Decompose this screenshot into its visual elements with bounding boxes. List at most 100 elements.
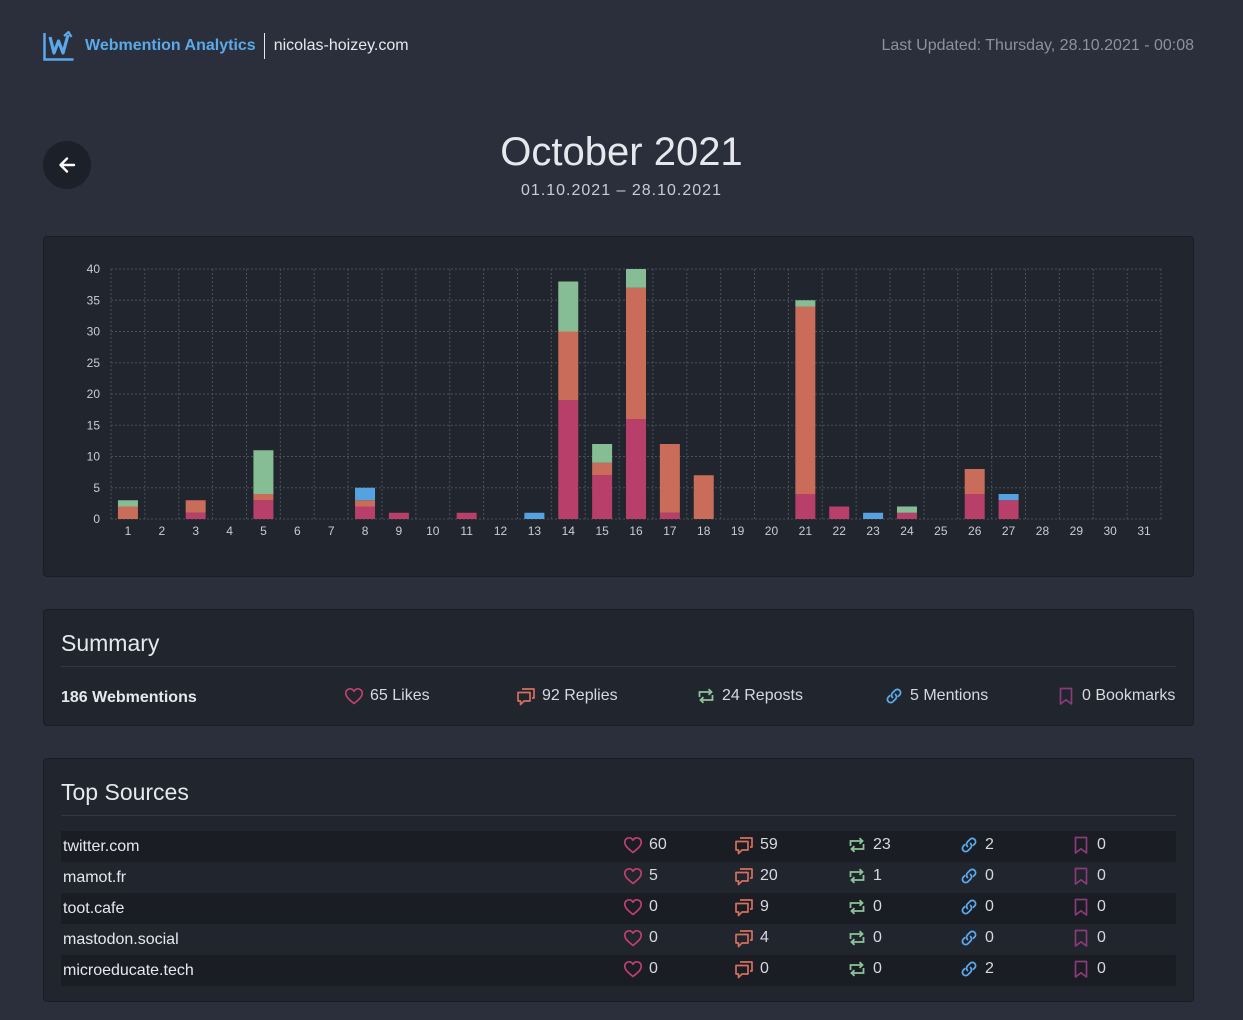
- bookmark-icon: [1071, 866, 1097, 886]
- heart-icon: [623, 835, 649, 855]
- summary-card: Summary 186 Webmentions 65 Likes 92 Repl…: [43, 609, 1194, 726]
- likes-stat: 65 Likes: [344, 686, 430, 706]
- replies-cell: 20: [734, 866, 778, 886]
- x-tick-label: 11: [460, 524, 473, 538]
- top-sources-title: Top Sources: [61, 779, 189, 805]
- reply-icon: [734, 897, 760, 917]
- bar-likes: [355, 506, 376, 519]
- x-tick-label: 1: [125, 524, 132, 538]
- mentions-cell: 2: [959, 959, 994, 979]
- replies-value: 4: [760, 929, 769, 946]
- x-tick-label: 30: [1104, 524, 1118, 538]
- bar-likes: [829, 506, 850, 519]
- repost-icon: [847, 835, 873, 855]
- bar-likes: [659, 512, 680, 519]
- x-tick-label: 15: [595, 524, 609, 538]
- bar-mentions: [524, 512, 545, 519]
- x-tick-label: 16: [629, 524, 643, 538]
- link-icon: [959, 897, 985, 917]
- bar-replies: [626, 287, 646, 419]
- source-name: mamot.fr: [63, 869, 127, 886]
- bar-likes: [998, 500, 1019, 519]
- bar-likes: [185, 512, 206, 519]
- replies-stat: 92 Replies: [516, 686, 618, 706]
- reposts-cell: 0: [847, 897, 882, 917]
- bookmark-icon: [1071, 928, 1097, 948]
- bar-replies: [185, 500, 206, 513]
- webmentions-total: 186 Webmentions: [61, 689, 197, 706]
- y-tick-label: 30: [87, 325, 101, 339]
- replies-cell: 9: [734, 897, 769, 917]
- sources-table: twitter.com 60 59 23 2 0 mamot.fr 5 20 1…: [61, 831, 1176, 986]
- bookmarks-value: 0: [1097, 929, 1106, 946]
- source-name: toot.cafe: [63, 900, 125, 917]
- likes-cell: 0: [623, 897, 658, 917]
- bar-replies: [693, 475, 714, 519]
- x-tick-label: 25: [934, 524, 948, 538]
- x-tick-label: 17: [663, 524, 677, 538]
- reposts-value: 0: [873, 960, 882, 977]
- bar-replies: [117, 506, 138, 519]
- divider: [61, 666, 1176, 667]
- repost-icon: [847, 897, 873, 917]
- bar-replies: [964, 469, 985, 494]
- bookmarks-cell: 0: [1071, 835, 1106, 855]
- bookmark-icon: [1071, 959, 1097, 979]
- reply-icon: [516, 686, 542, 706]
- bar-mentions: [355, 487, 376, 501]
- y-tick-label: 0: [93, 512, 100, 526]
- bar-likes: [558, 400, 579, 519]
- mentions-value: 2: [985, 836, 994, 853]
- x-tick-label: 29: [1070, 524, 1084, 538]
- reposts-cell: 0: [847, 959, 882, 979]
- replies-value: 59: [760, 836, 778, 853]
- link-icon: [959, 959, 985, 979]
- x-tick-label: 12: [494, 524, 508, 538]
- reply-icon: [734, 959, 760, 979]
- bookmarks-value: 0: [1097, 867, 1106, 884]
- site-domain: nicolas-hoizey.com: [273, 37, 409, 54]
- bar-likes: [388, 512, 409, 519]
- heart-icon: [344, 686, 370, 706]
- table-row: mastodon.social 0 4 0 0 0: [61, 924, 1176, 955]
- mentions-cell: 0: [959, 928, 994, 948]
- brand-name[interactable]: Webmention Analytics: [85, 37, 256, 55]
- mentions-value: 0: [985, 898, 994, 915]
- mentions-label: 5 Mentions: [910, 687, 989, 704]
- divider: [61, 815, 1176, 816]
- replies-cell: 59: [734, 835, 778, 855]
- mentions-cell: 0: [959, 897, 994, 917]
- likes-value: 0: [649, 929, 658, 946]
- bar-likes: [456, 512, 477, 519]
- bar-replies: [592, 462, 613, 476]
- bookmark-icon: [1071, 897, 1097, 917]
- source-name: mastodon.social: [63, 931, 179, 948]
- bar-reposts: [558, 281, 579, 332]
- bar-likes: [896, 512, 917, 519]
- x-tick-label: 7: [328, 524, 335, 538]
- bar-reposts: [896, 506, 917, 513]
- reposts-stat: 24 Reposts: [696, 686, 803, 706]
- y-tick-label: 10: [87, 450, 101, 464]
- home-link[interactable]: Webmention Analytics nicolas-hoizey.com: [43, 31, 409, 61]
- x-tick-label: 9: [396, 524, 403, 538]
- mentions-value: 2: [985, 960, 994, 977]
- link-icon: [959, 866, 985, 886]
- reposts-label: 24 Reposts: [722, 687, 803, 704]
- mentions-cell: 2: [959, 835, 994, 855]
- bar-likes: [626, 419, 646, 519]
- source-name: microeducate.tech: [63, 962, 194, 979]
- bookmarks-cell: 0: [1071, 928, 1106, 948]
- summary-title: Summary: [61, 630, 160, 656]
- bookmarks-value: 0: [1097, 836, 1106, 853]
- date-range: 01.10.2021 – 28.10.2021: [521, 182, 722, 199]
- bar-mentions: [863, 512, 884, 519]
- daily-webmentions-chart: 05101520253035401 2 3 4 5 6 7 8 9 10 11 12 13 14 15 16 1…: [87, 262, 1162, 538]
- table-row: twitter.com 60 59 23 2 0: [61, 831, 1176, 862]
- bar-reposts: [253, 450, 274, 494]
- replies-cell: 0: [734, 959, 769, 979]
- likes-value: 5: [649, 867, 658, 884]
- table-row: microeducate.tech 0 0 0 2 0: [61, 955, 1176, 986]
- heart-icon: [623, 897, 649, 917]
- likes-label: 65 Likes: [370, 687, 430, 704]
